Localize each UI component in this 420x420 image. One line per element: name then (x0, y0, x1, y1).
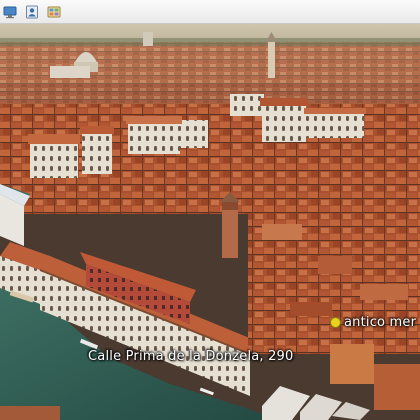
street-label-secondary[interactable]: antico mer (330, 315, 416, 330)
market-roofs (262, 386, 370, 420)
monitor-icon[interactable] (2, 4, 18, 20)
location-pin-icon[interactable] (330, 317, 341, 328)
bell-tower (220, 192, 240, 258)
street-label-primary[interactable]: Calle Prima de la Donzela, 290 (88, 349, 294, 364)
person-card-icon[interactable] (24, 4, 40, 20)
street-label-secondary-text: antico mer (344, 315, 417, 330)
far-greenery (0, 38, 420, 46)
bottom-edge (0, 406, 60, 420)
photo-gallery-icon[interactable] (46, 4, 62, 20)
toolbar (0, 0, 420, 24)
